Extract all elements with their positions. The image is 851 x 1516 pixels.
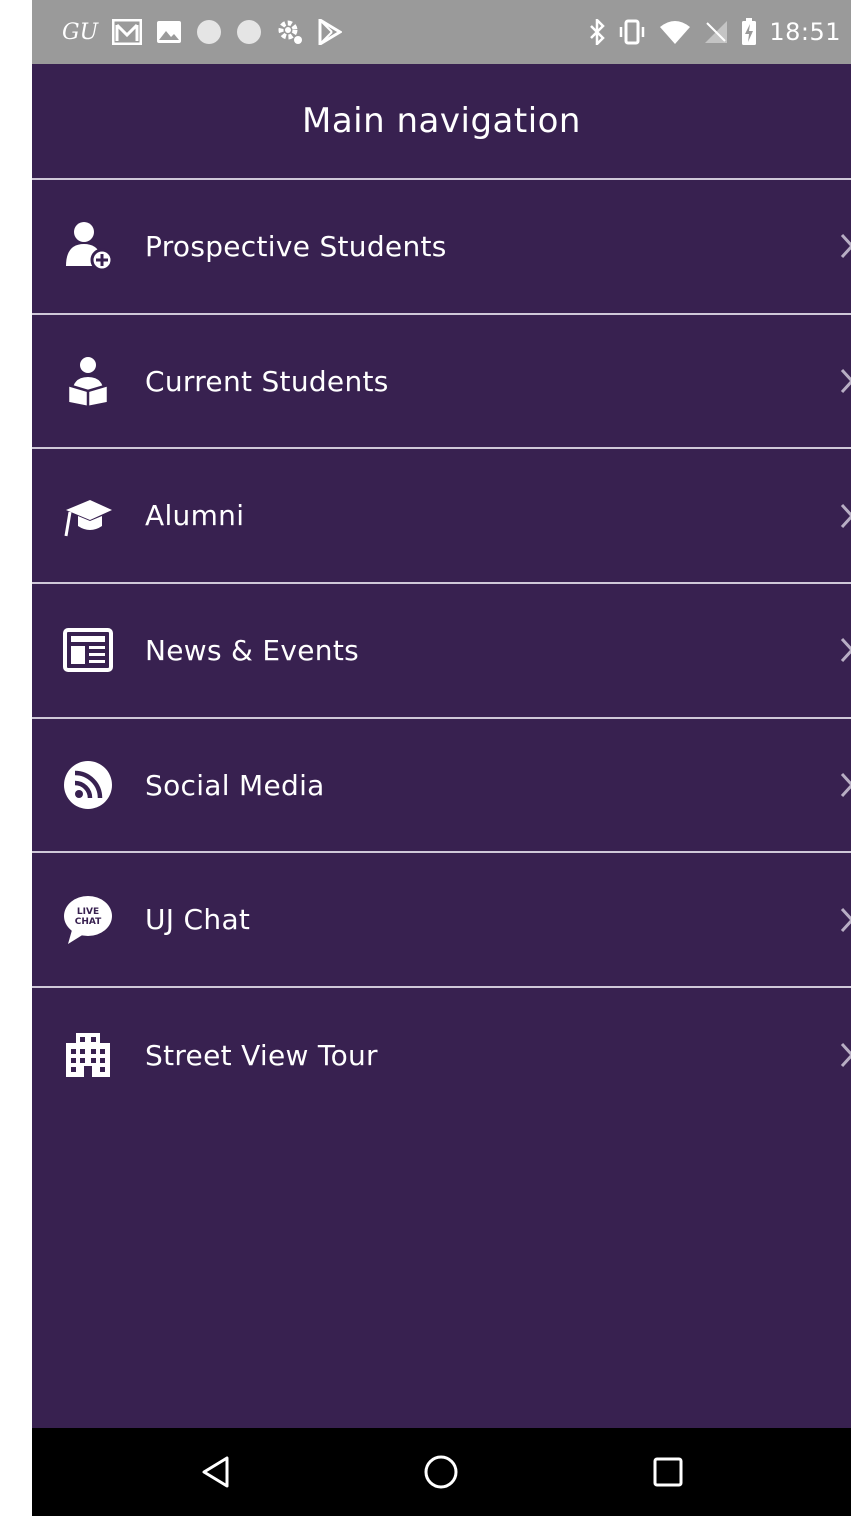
main-nav-list: Prospective Students Current Students Al… (32, 180, 851, 1123)
settings-gear-icon (276, 18, 304, 46)
nav-item-current-students[interactable]: Current Students (32, 315, 851, 450)
chevron-right-icon (837, 366, 851, 396)
image-icon (156, 20, 182, 44)
battery-charging-icon (741, 18, 757, 46)
status-time: 18:51 (769, 18, 841, 46)
nav-item-news-events[interactable]: News & Events (32, 584, 851, 719)
app-screen: GU 18:51 Main navigation Prospective Stu… (32, 0, 851, 1516)
nav-item-label: News & Events (145, 633, 359, 667)
page-title: Main navigation (32, 64, 851, 180)
add-user-icon (62, 220, 114, 272)
nav-item-street-view-tour[interactable]: Street View Tour (32, 988, 851, 1123)
chevron-right-icon (837, 770, 851, 800)
nav-item-prospective-students[interactable]: Prospective Students (32, 180, 851, 315)
nav-item-label: Social Media (145, 768, 325, 802)
carrier-label: GU (62, 19, 99, 45)
nav-item-social-media[interactable]: Social Media (32, 719, 851, 854)
wifi-icon (659, 19, 691, 45)
no-signal-icon (703, 19, 729, 45)
gmail-icon (112, 19, 143, 45)
bluetooth-icon (589, 19, 606, 45)
play-store-icon (318, 19, 343, 45)
chevron-right-icon (837, 501, 851, 531)
nav-item-label: Prospective Students (145, 229, 447, 263)
newspaper-icon (62, 624, 114, 676)
recents-icon[interactable] (638, 1442, 698, 1502)
nav-item-label: Current Students (145, 364, 389, 398)
nav-item-alumni[interactable]: Alumni (32, 449, 851, 585)
chevron-right-icon (837, 905, 851, 935)
nav-item-label: Street View Tour (145, 1038, 378, 1072)
live-chat-icon: LIVE CHAT (62, 894, 114, 946)
circle-icon (236, 19, 262, 45)
home-icon[interactable] (411, 1442, 471, 1502)
status-bar: GU 18:51 (32, 0, 851, 64)
back-icon[interactable] (185, 1442, 245, 1502)
graduation-cap-icon (62, 490, 114, 542)
live-chat-text-top: LIVE (77, 907, 99, 917)
chevron-right-icon (837, 231, 851, 261)
circle-icon (196, 19, 222, 45)
building-icon (62, 1029, 114, 1081)
student-reading-icon (62, 355, 114, 408)
rss-icon (62, 759, 114, 811)
chevron-right-icon (837, 635, 851, 665)
nav-item-label: UJ Chat (145, 903, 251, 937)
vibrate-icon (617, 19, 647, 45)
system-navigation-bar (32, 1428, 851, 1516)
live-chat-text-bottom: CHAT (75, 917, 102, 927)
nav-item-uj-chat[interactable]: LIVE CHAT UJ Chat (32, 853, 851, 989)
chevron-right-icon (837, 1040, 851, 1070)
nav-item-label: Alumni (145, 499, 245, 533)
